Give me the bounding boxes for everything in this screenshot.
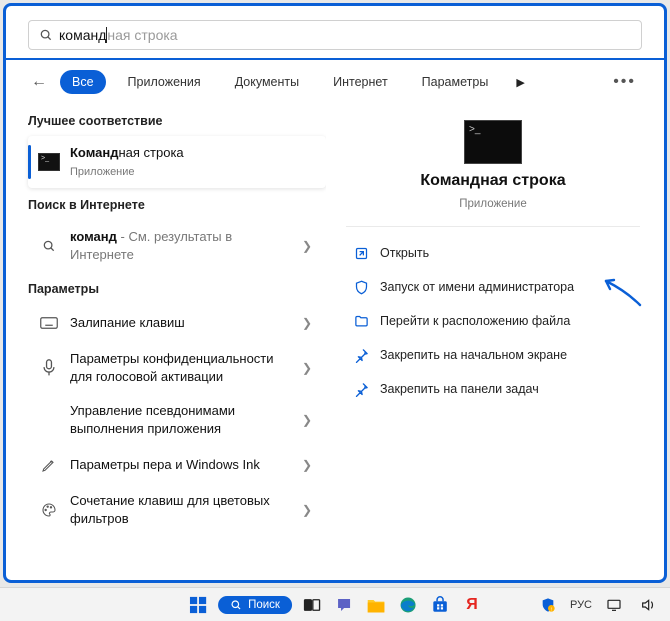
search-row: командная строка (6, 6, 664, 60)
svg-text:!: ! (551, 606, 552, 611)
result-subtitle: Приложение (70, 166, 135, 178)
preview-title: Командная строка (420, 172, 565, 190)
pen-icon (38, 454, 60, 476)
action-label: Закрепить на начальном экране (380, 348, 567, 362)
taskbar-search-label: Поиск (248, 599, 280, 611)
chevron-right-icon: ❯ (298, 413, 316, 427)
chevron-right-icon: ❯ (298, 458, 316, 472)
taskbar: Поиск Я ! РУС (0, 587, 670, 621)
tab-web[interactable]: Интернет (321, 70, 400, 94)
action-label: Открыть (380, 246, 429, 260)
action-pin-start[interactable]: Закрепить на начальном экране (346, 339, 640, 371)
preview-header: Командная строка Приложение (346, 114, 640, 227)
tab-all[interactable]: Все (60, 70, 106, 94)
edge-icon[interactable] (396, 593, 420, 617)
tab-documents[interactable]: Документы (223, 70, 311, 94)
filter-tabs: ← Все Приложения Документы Интернет Пара… (6, 60, 664, 100)
action-label: Перейти к расположению файла (380, 314, 570, 328)
result-web-search[interactable]: команд - См. результаты в Интернете ❯ (28, 220, 326, 272)
preview-actions: Открыть Запуск от имени администратора П… (346, 227, 640, 405)
action-open[interactable]: Открыть (346, 237, 640, 269)
action-open-file-location[interactable]: Перейти к расположению файла (346, 305, 640, 337)
language-indicator[interactable]: РУС (570, 599, 592, 611)
volume-tray-icon[interactable] (636, 593, 660, 617)
search-icon (38, 235, 60, 257)
taskbar-search-button[interactable]: Поиск (218, 596, 292, 614)
pin-icon (352, 346, 370, 364)
chevron-right-icon: ❯ (298, 316, 316, 330)
cmd-app-icon (464, 120, 522, 164)
action-pin-taskbar[interactable]: Закрепить на панели задач (346, 373, 640, 405)
overflow-menu-button[interactable]: ••• (607, 73, 642, 91)
result-title: Сочетание клавиш для цветовых фильтров (70, 493, 270, 526)
chevron-right-icon: ❯ (298, 503, 316, 517)
open-icon (352, 244, 370, 262)
keyboard-icon (38, 312, 60, 334)
security-tray-icon[interactable]: ! (536, 593, 560, 617)
chevron-right-icon: ❯ (298, 239, 316, 253)
folder-icon (352, 312, 370, 330)
yandex-icon[interactable]: Я (460, 593, 484, 617)
action-run-as-admin[interactable]: Запуск от имени администратора (346, 271, 640, 303)
result-title: команд - См. результаты в Интернете (70, 229, 232, 262)
task-view-button[interactable] (300, 593, 324, 617)
results-preview-pane: Командная строка Приложение Открыть Запу… (326, 100, 664, 580)
cmd-app-icon (38, 151, 60, 173)
result-setting-color-filters[interactable]: Сочетание клавиш для цветовых фильтров ❯ (28, 484, 326, 536)
admin-icon (352, 278, 370, 296)
results-left-column: Лучшее соответствие Командная строка При… (6, 100, 326, 580)
results-body: Лучшее соответствие Командная строка При… (6, 100, 664, 580)
result-title: Залипание клавиш (70, 315, 185, 330)
chat-icon[interactable] (332, 593, 356, 617)
start-button[interactable] (186, 593, 210, 617)
result-title: Параметры конфиденциальности для голосов… (70, 351, 274, 384)
action-label: Закрепить на панели задач (380, 382, 539, 396)
network-tray-icon[interactable] (602, 593, 626, 617)
result-title: Параметры пера и Windows Ink (70, 457, 260, 472)
action-label: Запуск от имени администратора (380, 280, 574, 294)
result-setting-sticky-keys[interactable]: Залипание клавиш ❯ (28, 304, 326, 342)
result-best-match[interactable]: Командная строка Приложение (28, 136, 326, 188)
search-box[interactable]: командная строка (28, 20, 642, 50)
search-icon (39, 28, 53, 42)
settings-header: Параметры (28, 272, 326, 304)
taskbar-center: Поиск Я (186, 593, 484, 617)
result-setting-app-aliases[interactable]: Управление псевдонимами выполнения прило… (28, 394, 326, 446)
search-query: командная строка (59, 27, 178, 43)
mic-icon (38, 357, 60, 379)
start-search-window: командная строка ← Все Приложения Докуме… (3, 3, 667, 583)
preview-subtitle: Приложение (459, 198, 526, 210)
chevron-right-icon: ❯ (298, 361, 316, 375)
tab-settings[interactable]: Параметры (410, 70, 501, 94)
store-icon[interactable] (428, 593, 452, 617)
web-search-header: Поиск в Интернете (28, 188, 326, 220)
taskbar-tray: ! РУС (536, 593, 660, 617)
pin-icon (352, 380, 370, 398)
result-title: Управление псевдонимами выполнения прило… (70, 403, 235, 436)
result-title: Командная строка (70, 145, 184, 160)
explorer-icon[interactable] (364, 593, 388, 617)
result-setting-pen-ink[interactable]: Параметры пера и Windows Ink ❯ (28, 446, 326, 484)
blank-icon (38, 409, 60, 431)
back-button[interactable]: ← (28, 73, 50, 91)
tabs-more-button[interactable]: ▶ (510, 76, 530, 89)
best-match-header: Лучшее соответствие (28, 104, 326, 136)
result-setting-voice-privacy[interactable]: Параметры конфиденциальности для голосов… (28, 342, 326, 394)
palette-icon (38, 499, 60, 521)
tab-apps[interactable]: Приложения (116, 70, 213, 94)
